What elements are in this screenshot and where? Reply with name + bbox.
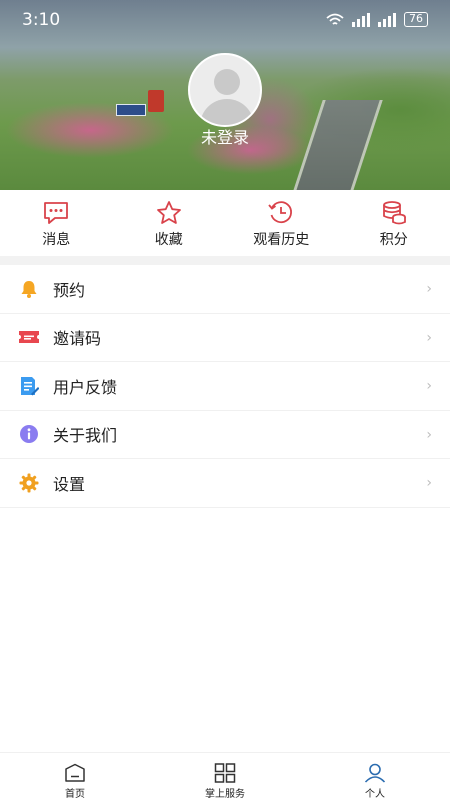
menu-item-label: 预约 bbox=[53, 280, 86, 300]
nav-label: 掌上服务 bbox=[205, 789, 245, 800]
shortcut-history[interactable]: 观看历史 bbox=[225, 190, 338, 256]
chevron-right-icon: › bbox=[426, 281, 432, 297]
menu-item-label: 邀请码 bbox=[53, 329, 102, 349]
signal-icon bbox=[352, 12, 370, 27]
avatar-head-icon bbox=[214, 69, 240, 95]
shortcut-messages[interactable]: 消息 bbox=[0, 190, 113, 256]
shortcut-favorites[interactable]: 收藏 bbox=[113, 190, 226, 256]
menu-item-label: 用户反馈 bbox=[53, 377, 118, 397]
login-status-label[interactable]: 未登录 bbox=[0, 124, 450, 148]
menu-item-reservation[interactable]: 预约 › bbox=[0, 265, 450, 314]
menu-item-feedback[interactable]: 用户反馈 › bbox=[0, 362, 450, 411]
shortcut-label: 观看历史 bbox=[253, 232, 310, 248]
menu-item-settings[interactable]: 设置 › bbox=[0, 459, 450, 508]
shortcut-label: 积分 bbox=[379, 232, 408, 248]
menu-item-label: 设置 bbox=[53, 474, 86, 494]
chevron-right-icon: › bbox=[426, 378, 432, 394]
battery-icon: 76 bbox=[404, 12, 428, 27]
nav-home[interactable]: 首页 bbox=[0, 753, 150, 800]
bottom-navigation: 首页 掌上服务 个人 bbox=[0, 752, 450, 800]
shortcut-points[interactable]: 积分 bbox=[338, 190, 450, 256]
gear-icon bbox=[18, 472, 40, 494]
shortcut-label: 收藏 bbox=[154, 232, 183, 248]
grid-icon bbox=[214, 763, 236, 783]
chevron-right-icon: › bbox=[426, 426, 432, 443]
nav-services[interactable]: 掌上服务 bbox=[150, 753, 300, 800]
status-icons: 76 bbox=[326, 12, 428, 27]
home-icon bbox=[65, 763, 85, 782]
star-icon bbox=[156, 201, 181, 224]
person-icon bbox=[364, 763, 386, 783]
nav-label: 个人 bbox=[365, 789, 385, 800]
nav-personal[interactable]: 个人 bbox=[300, 753, 450, 800]
menu-item-invite-code[interactable]: 邀请码 › bbox=[0, 314, 450, 362]
avatar[interactable] bbox=[188, 53, 262, 127]
chevron-right-icon: › bbox=[426, 329, 432, 346]
feedback-doc-icon bbox=[18, 375, 40, 397]
background-building bbox=[116, 104, 146, 116]
wifi-icon bbox=[326, 13, 344, 25]
history-clock-icon bbox=[268, 201, 293, 224]
shortcut-row: 消息 收藏 观看历史 积分 bbox=[0, 190, 450, 256]
menu-item-about[interactable]: 关于我们 › bbox=[0, 411, 450, 459]
bell-icon bbox=[18, 278, 40, 300]
settings-menu: 预约 › 邀请码 › 用户反馈 › 关于我们 › 设置 › bbox=[0, 265, 450, 508]
signal-icon-2 bbox=[378, 12, 396, 27]
nav-label: 首页 bbox=[65, 789, 85, 800]
menu-item-label: 关于我们 bbox=[53, 426, 118, 446]
chevron-right-icon: › bbox=[426, 475, 432, 491]
avatar-body-icon bbox=[200, 99, 254, 125]
points-coins-icon bbox=[382, 201, 406, 225]
section-divider bbox=[0, 256, 450, 265]
status-time: 3:10 bbox=[22, 10, 61, 30]
info-icon bbox=[18, 423, 40, 445]
shortcut-label: 消息 bbox=[42, 232, 71, 248]
message-icon bbox=[44, 202, 69, 224]
status-bar: 3:10 76 bbox=[0, 0, 450, 40]
background-windmill bbox=[148, 90, 164, 112]
ticket-icon bbox=[18, 326, 40, 348]
